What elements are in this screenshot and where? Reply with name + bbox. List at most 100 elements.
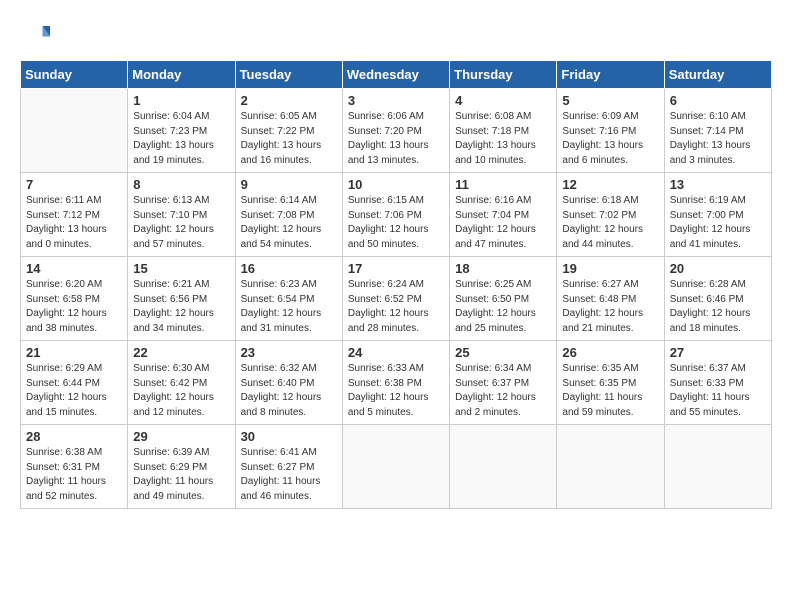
- day-number: 20: [670, 261, 766, 276]
- day-number: 10: [348, 177, 444, 192]
- page-header: [20, 20, 772, 50]
- day-number: 2: [241, 93, 337, 108]
- calendar-cell: 3Sunrise: 6:06 AM Sunset: 7:20 PM Daylig…: [342, 89, 449, 173]
- calendar-cell: 11 Sunrise: 6:16 AM Sunset: 7:04 PM Dayli…: [450, 173, 557, 257]
- calendar-cell: 6 Sunrise: 6:10 AM Sunset: 7:14 PM Daylig…: [664, 89, 771, 173]
- day-info: Sunrise: 6:05 AM Sunset: 7:22 PM Dayligh…: [241, 110, 337, 168]
- calendar-cell: 29Sunrise: 6:39 AM Sunset: 6:29 PM Dayli…: [128, 425, 235, 509]
- calendar-cell: [557, 425, 664, 509]
- calendar-cell: 17 Sunrise: 6:24 AM Sunset: 6:52 PM Dayli…: [342, 257, 449, 341]
- day-info: Sunrise: 6:28 AM Sunset: 6:46 PM Dayligh…: [670, 278, 766, 336]
- calendar-cell: 18 Sunrise: 6:25 AM Sunset: 6:50 PM Dayli…: [450, 257, 557, 341]
- day-info: Sunrise: 6:32 AM Sunset: 6:40 PM Dayligh…: [241, 362, 337, 420]
- day-info: Sunrise: 6:06 AM Sunset: 7:20 PM Dayligh…: [348, 110, 444, 168]
- week-row-0: 1 Sunrise: 6:04 AM Sunset: 7:23 PM Daylig…: [21, 89, 772, 173]
- day-info: Sunrise: 6:29 AM Sunset: 6:44 PM Dayligh…: [26, 362, 122, 420]
- day-number: 16: [241, 261, 337, 276]
- header-day-monday: Monday: [128, 61, 235, 89]
- day-info: Sunrise: 6:13 AM Sunset: 7:10 PM Dayligh…: [133, 194, 229, 252]
- day-info: Sunrise: 6:20 AM Sunset: 6:58 PM Dayligh…: [26, 278, 122, 336]
- calendar-cell: 13Sunrise: 6:19 AM Sunset: 7:00 PM Dayli…: [664, 173, 771, 257]
- day-info: Sunrise: 6:33 AM Sunset: 6:38 PM Dayligh…: [348, 362, 444, 420]
- week-row-4: 28Sunrise: 6:38 AM Sunset: 6:31 PM Dayli…: [21, 425, 772, 509]
- header-day-thursday: Thursday: [450, 61, 557, 89]
- day-info: Sunrise: 6:16 AM Sunset: 7:04 PM Dayligh…: [455, 194, 551, 252]
- day-number: 19: [562, 261, 658, 276]
- day-info: Sunrise: 6:08 AM Sunset: 7:18 PM Dayligh…: [455, 110, 551, 168]
- day-info: Sunrise: 6:21 AM Sunset: 6:56 PM Dayligh…: [133, 278, 229, 336]
- day-info: Sunrise: 6:41 AM Sunset: 6:27 PM Dayligh…: [241, 446, 337, 504]
- day-number: 18: [455, 261, 551, 276]
- week-row-2: 14 Sunrise: 6:20 AM Sunset: 6:58 PM Dayli…: [21, 257, 772, 341]
- day-info: Sunrise: 6:04 AM Sunset: 7:23 PM Dayligh…: [133, 110, 229, 168]
- day-number: 5: [562, 93, 658, 108]
- calendar-cell: 26Sunrise: 6:35 AM Sunset: 6:35 PM Dayli…: [557, 341, 664, 425]
- calendar-cell: 5 Sunrise: 6:09 AM Sunset: 7:16 PM Daylig…: [557, 89, 664, 173]
- calendar-cell: [664, 425, 771, 509]
- day-info: Sunrise: 6:11 AM Sunset: 7:12 PM Dayligh…: [26, 194, 122, 252]
- day-number: 4: [455, 93, 551, 108]
- header-day-wednesday: Wednesday: [342, 61, 449, 89]
- calendar-cell: 16 Sunrise: 6:23 AM Sunset: 6:54 PM Dayli…: [235, 257, 342, 341]
- day-info: Sunrise: 6:14 AM Sunset: 7:08 PM Dayligh…: [241, 194, 337, 252]
- day-number: 15: [133, 261, 229, 276]
- day-number: 30: [241, 429, 337, 444]
- header-day-friday: Friday: [557, 61, 664, 89]
- header-day-tuesday: Tuesday: [235, 61, 342, 89]
- day-info: Sunrise: 6:39 AM Sunset: 6:29 PM Dayligh…: [133, 446, 229, 504]
- calendar-cell: 25 Sunrise: 6:34 AM Sunset: 6:37 PM Dayli…: [450, 341, 557, 425]
- day-info: Sunrise: 6:38 AM Sunset: 6:31 PM Dayligh…: [26, 446, 122, 504]
- calendar-cell: 15 Sunrise: 6:21 AM Sunset: 6:56 PM Dayli…: [128, 257, 235, 341]
- calendar-cell: 23 Sunrise: 6:32 AM Sunset: 6:40 PM Dayli…: [235, 341, 342, 425]
- calendar-cell: 7 Sunrise: 6:11 AM Sunset: 7:12 PM Daylig…: [21, 173, 128, 257]
- day-number: 24: [348, 345, 444, 360]
- header-row: SundayMondayTuesdayWednesdayThursdayFrid…: [21, 61, 772, 89]
- day-number: 22: [133, 345, 229, 360]
- day-info: Sunrise: 6:34 AM Sunset: 6:37 PM Dayligh…: [455, 362, 551, 420]
- day-number: 17: [348, 261, 444, 276]
- day-info: Sunrise: 6:23 AM Sunset: 6:54 PM Dayligh…: [241, 278, 337, 336]
- calendar-cell: 19Sunrise: 6:27 AM Sunset: 6:48 PM Dayli…: [557, 257, 664, 341]
- day-info: Sunrise: 6:09 AM Sunset: 7:16 PM Dayligh…: [562, 110, 658, 168]
- calendar-cell: 4 Sunrise: 6:08 AM Sunset: 7:18 PM Daylig…: [450, 89, 557, 173]
- day-number: 27: [670, 345, 766, 360]
- calendar-cell: 1 Sunrise: 6:04 AM Sunset: 7:23 PM Daylig…: [128, 89, 235, 173]
- day-number: 23: [241, 345, 337, 360]
- week-row-3: 21 Sunrise: 6:29 AM Sunset: 6:44 PM Dayli…: [21, 341, 772, 425]
- calendar-cell: 24 Sunrise: 6:33 AM Sunset: 6:38 PM Dayli…: [342, 341, 449, 425]
- day-number: 14: [26, 261, 122, 276]
- calendar-cell: [21, 89, 128, 173]
- week-row-1: 7 Sunrise: 6:11 AM Sunset: 7:12 PM Daylig…: [21, 173, 772, 257]
- logo-icon: [20, 20, 50, 50]
- day-number: 12: [562, 177, 658, 192]
- header-day-sunday: Sunday: [21, 61, 128, 89]
- calendar-cell: 28Sunrise: 6:38 AM Sunset: 6:31 PM Dayli…: [21, 425, 128, 509]
- day-number: 13: [670, 177, 766, 192]
- calendar-cell: 20 Sunrise: 6:28 AM Sunset: 6:46 PM Dayli…: [664, 257, 771, 341]
- day-number: 11: [455, 177, 551, 192]
- calendar-cell: [450, 425, 557, 509]
- calendar-cell: [342, 425, 449, 509]
- calendar-cell: 8 Sunrise: 6:13 AM Sunset: 7:10 PM Daylig…: [128, 173, 235, 257]
- day-number: 8: [133, 177, 229, 192]
- calendar-table: SundayMondayTuesdayWednesdayThursdayFrid…: [20, 60, 772, 509]
- calendar-cell: 30 Sunrise: 6:41 AM Sunset: 6:27 PM Dayli…: [235, 425, 342, 509]
- calendar-cell: 21 Sunrise: 6:29 AM Sunset: 6:44 PM Dayli…: [21, 341, 128, 425]
- day-number: 21: [26, 345, 122, 360]
- day-number: 7: [26, 177, 122, 192]
- day-info: Sunrise: 6:10 AM Sunset: 7:14 PM Dayligh…: [670, 110, 766, 168]
- day-number: 6: [670, 93, 766, 108]
- calendar-cell: 2 Sunrise: 6:05 AM Sunset: 7:22 PM Daylig…: [235, 89, 342, 173]
- day-info: Sunrise: 6:24 AM Sunset: 6:52 PM Dayligh…: [348, 278, 444, 336]
- day-number: 25: [455, 345, 551, 360]
- calendar-cell: 22 Sunrise: 6:30 AM Sunset: 6:42 PM Dayli…: [128, 341, 235, 425]
- calendar-body: 1 Sunrise: 6:04 AM Sunset: 7:23 PM Daylig…: [21, 89, 772, 509]
- day-number: 1: [133, 93, 229, 108]
- logo: [20, 20, 54, 50]
- header-day-saturday: Saturday: [664, 61, 771, 89]
- day-info: Sunrise: 6:25 AM Sunset: 6:50 PM Dayligh…: [455, 278, 551, 336]
- calendar-cell: 12Sunrise: 6:18 AM Sunset: 7:02 PM Dayli…: [557, 173, 664, 257]
- day-info: Sunrise: 6:30 AM Sunset: 6:42 PM Dayligh…: [133, 362, 229, 420]
- day-info: Sunrise: 6:15 AM Sunset: 7:06 PM Dayligh…: [348, 194, 444, 252]
- calendar-cell: 10 Sunrise: 6:15 AM Sunset: 7:06 PM Dayli…: [342, 173, 449, 257]
